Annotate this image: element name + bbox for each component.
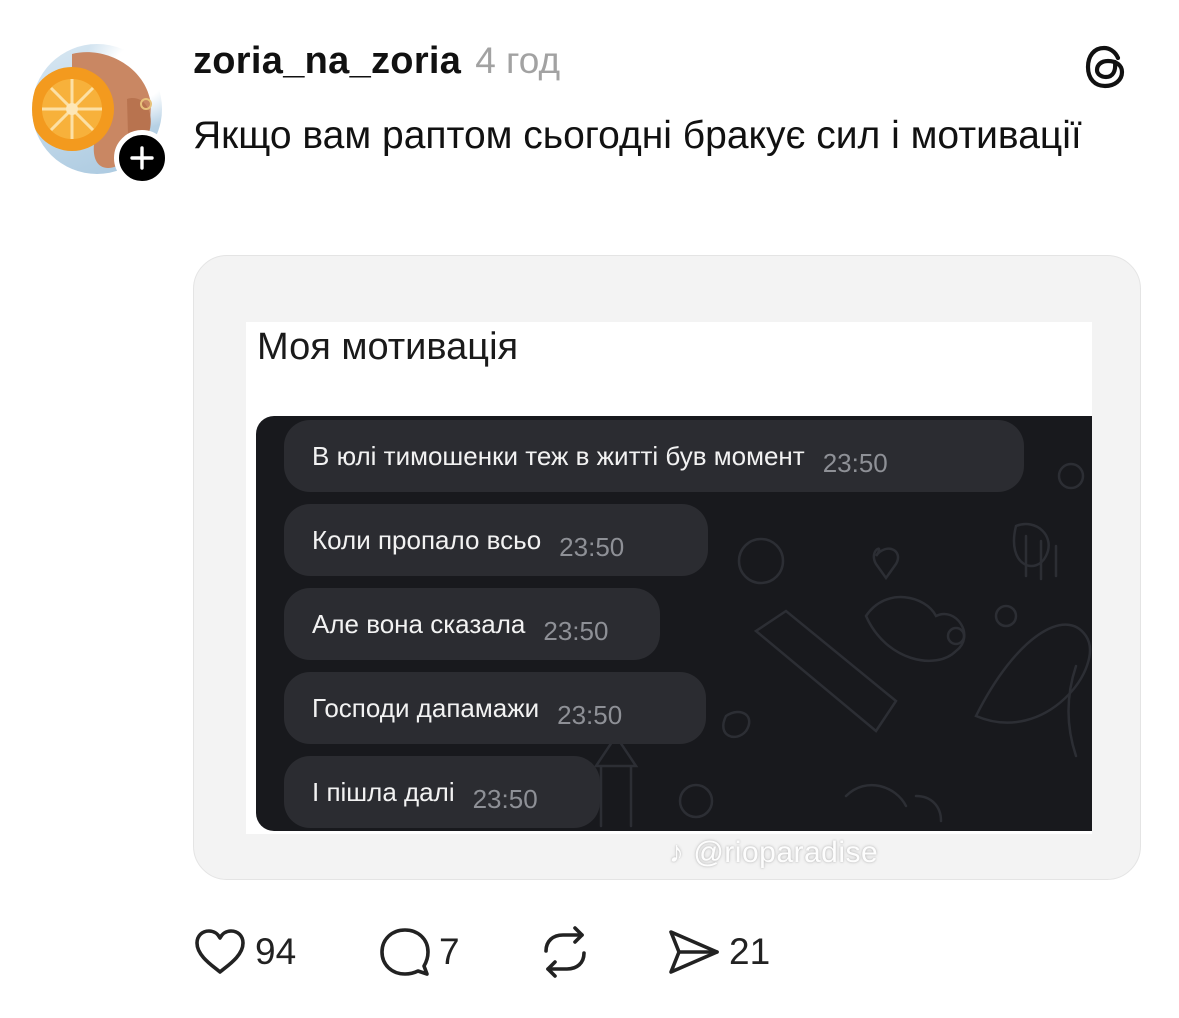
message-time: 23:50 <box>543 615 609 646</box>
author-avatar-group[interactable] <box>32 44 170 186</box>
send-icon <box>669 930 719 974</box>
message-time: 23:50 <box>557 699 623 730</box>
message-text: Господи дапамажи <box>312 692 540 723</box>
repost-button[interactable] <box>538 924 592 980</box>
share-count: 21 <box>729 931 771 972</box>
share-button[interactable]: 21 <box>665 924 770 980</box>
post-header: zoria_na_zoria 4 год <box>193 40 560 92</box>
plus-icon <box>130 146 154 170</box>
message-text: Коли пропало всьо <box>312 524 542 555</box>
message-time: 23:50 <box>822 447 888 478</box>
username[interactable]: zoria_na_zoria <box>193 40 461 83</box>
chat-message: Господи дапамажи 23:50 <box>284 672 706 744</box>
watermark: ♪ @rioparadise <box>669 836 879 869</box>
chat-message: Коли пропало всьо 23:50 <box>284 504 708 576</box>
post-text: Якщо вам раптом сьогодні бракує сил і мо… <box>193 114 1082 157</box>
message-text: І пішла далі <box>312 776 455 807</box>
message-time: 23:50 <box>559 531 625 562</box>
comment-button[interactable]: 7 <box>379 924 460 980</box>
chat-message: В юлі тимошенки теж в житті був момент 2… <box>284 420 1024 492</box>
like-button[interactable]: 94 <box>193 924 296 980</box>
chat-screenshot: В юлі тимошенки теж в житті був момент 2… <box>256 416 1092 831</box>
repost-icon <box>544 926 586 978</box>
threads-logo-icon <box>1082 42 1132 92</box>
like-count: 94 <box>255 931 297 972</box>
screenshot-title: Моя мотивація <box>257 326 519 368</box>
comment-bubble-icon <box>380 928 430 976</box>
heart-icon <box>195 929 245 974</box>
chat-message: Але вона сказала 23:50 <box>284 588 660 660</box>
post-image-card[interactable]: Моя мотивація В юлі тимошенки теж в житт… <box>193 255 1141 880</box>
message-text: В юлі тимошенки теж в житті був момент <box>312 440 805 471</box>
message-text: Але вона сказала <box>312 608 526 639</box>
message-time: 23:50 <box>472 783 538 814</box>
follow-button[interactable] <box>114 130 170 186</box>
chat-message: І пішла далі 23:50 <box>284 756 600 828</box>
post-time: 4 год <box>475 40 561 81</box>
comment-count: 7 <box>439 931 460 972</box>
